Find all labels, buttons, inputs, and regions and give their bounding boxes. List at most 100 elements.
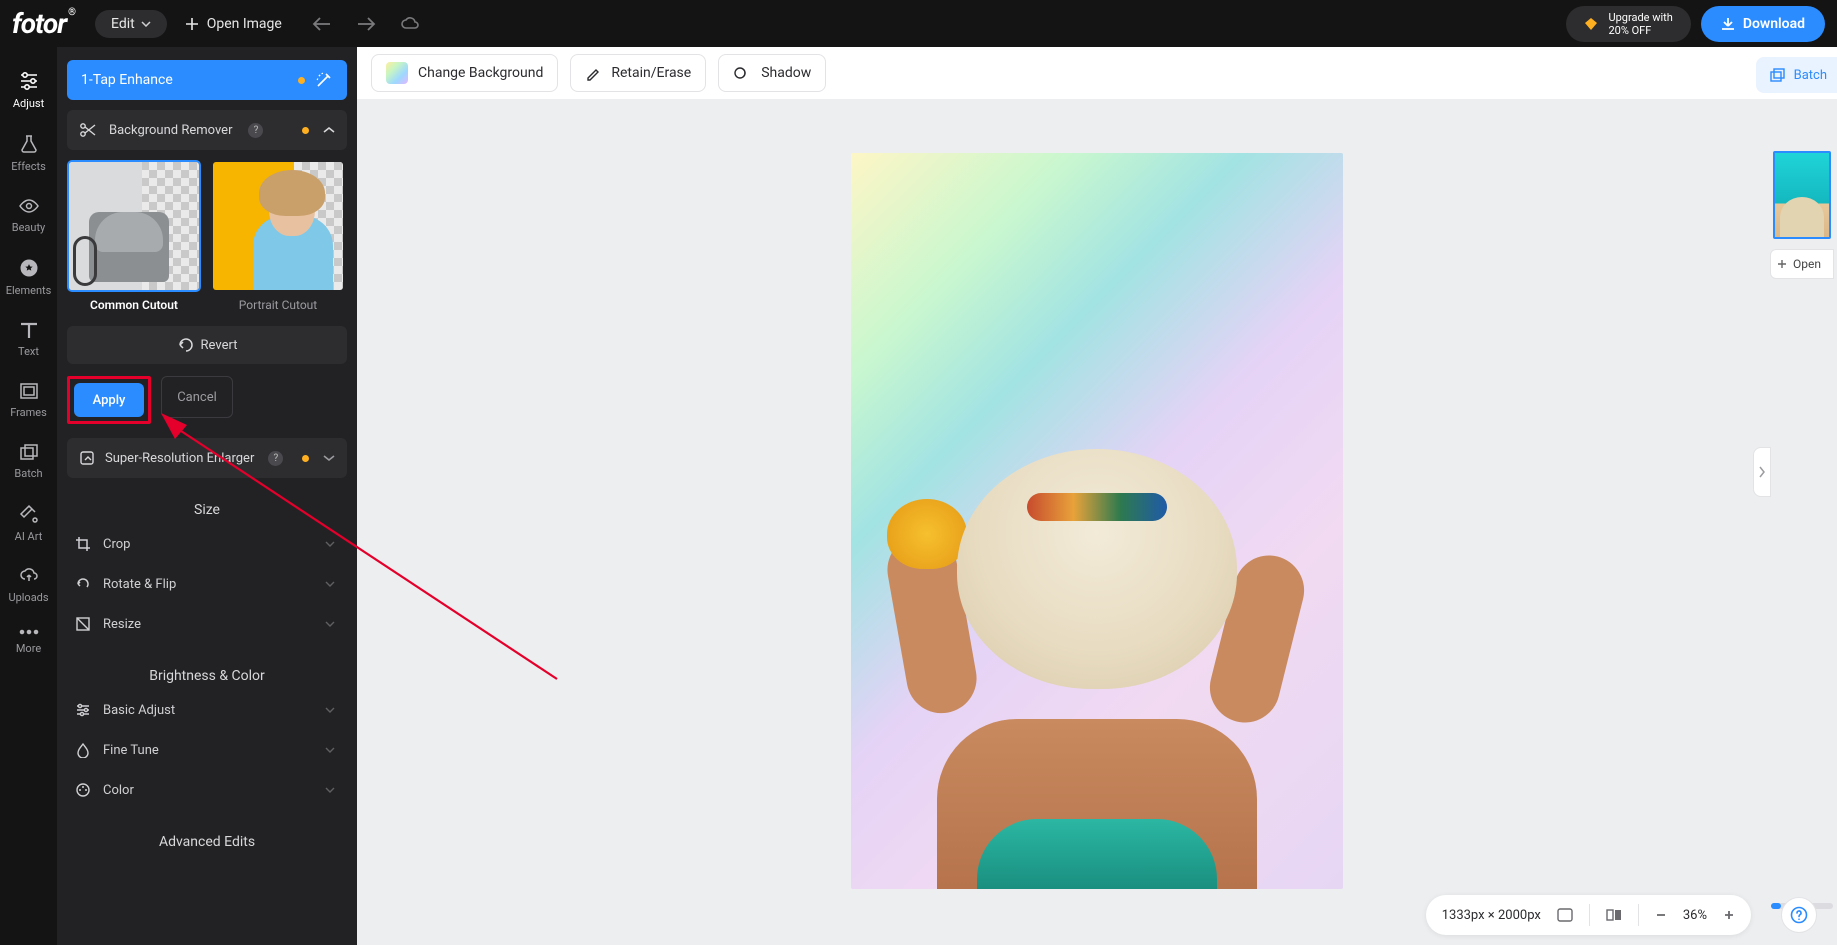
- download-icon: [1721, 17, 1735, 31]
- cancel-label: Cancel: [177, 390, 217, 405]
- revert-label: Revert: [201, 338, 238, 353]
- cutout-options: Common Cutout Portrait Cutout: [67, 162, 347, 312]
- open-image-button[interactable]: Open Image: [185, 16, 282, 32]
- common-cutout-option[interactable]: Common Cutout: [69, 162, 199, 312]
- rail-batch[interactable]: Batch: [0, 433, 57, 492]
- rail-elements-label: Elements: [6, 284, 52, 297]
- chevron-down-icon: [325, 581, 335, 587]
- rail-batch-label: Batch: [14, 467, 42, 480]
- fit-screen-icon[interactable]: [1557, 908, 1573, 922]
- rail-frames[interactable]: Frames: [0, 372, 57, 431]
- apply-label: Apply: [93, 393, 126, 408]
- crop-tool[interactable]: Crop: [67, 524, 347, 564]
- canvas-toolbar: Change Background Retain/Erase Shadow: [357, 47, 1837, 99]
- canvas-area: Change Background Retain/Erase Shadow: [357, 47, 1837, 945]
- color-tool[interactable]: Color: [67, 770, 347, 810]
- batch-button[interactable]: Batch: [1756, 57, 1837, 93]
- eye-icon: [18, 197, 40, 215]
- rail-uploads-label: Uploads: [8, 591, 48, 604]
- dimensions-label: 1333px × 2000px: [1442, 908, 1541, 923]
- flask-icon: [18, 134, 40, 154]
- chevron-down-icon: [325, 541, 335, 547]
- rail-beauty[interactable]: Beauty: [0, 187, 57, 246]
- sliders-small-icon: [75, 702, 91, 718]
- logo: fotor®: [12, 7, 95, 40]
- sliders-icon: [18, 71, 40, 91]
- help-fab[interactable]: [1781, 897, 1817, 933]
- rail-elements[interactable]: Elements: [0, 248, 57, 309]
- cloud-icon[interactable]: [400, 16, 420, 32]
- rail-aiart[interactable]: AI Art: [0, 494, 57, 555]
- aiart-icon: [19, 504, 39, 524]
- apply-button[interactable]: Apply: [74, 383, 144, 417]
- super-res-label: Super-Resolution Enlarger: [105, 451, 254, 466]
- basic-adjust-tool[interactable]: Basic Adjust: [67, 690, 347, 730]
- open-image-label: Open Image: [207, 16, 282, 32]
- size-group-title: Size: [67, 502, 347, 518]
- zoom-in-icon[interactable]: [1723, 909, 1735, 921]
- divider: [1589, 904, 1590, 926]
- crop-icon: [75, 536, 91, 552]
- plus-icon: [1777, 259, 1787, 269]
- forward-arrow-icon[interactable]: [356, 16, 376, 32]
- cloud-upload-icon: [19, 567, 39, 585]
- image-thumbnail-1[interactable]: [1773, 151, 1831, 239]
- shadow-icon: [733, 65, 751, 81]
- upgrade-line-2: 20% OFF: [1608, 24, 1672, 37]
- background-remover-header[interactable]: Background Remover ?: [67, 110, 347, 150]
- palette-icon: [75, 782, 91, 798]
- resize-icon: [75, 616, 91, 632]
- shadow-label: Shadow: [761, 65, 811, 81]
- nav-icons: [312, 16, 420, 32]
- canvas-image[interactable]: [851, 153, 1343, 889]
- upgrade-line-1: Upgrade with: [1608, 11, 1672, 24]
- batch-icon: [1770, 68, 1786, 82]
- revert-button[interactable]: Revert: [67, 326, 347, 364]
- resize-label: Resize: [103, 617, 141, 632]
- change-background-button[interactable]: Change Background: [371, 54, 558, 92]
- fine-tune-label: Fine Tune: [103, 743, 159, 758]
- apply-cancel-row: Apply Cancel: [67, 376, 347, 424]
- rotate-flip-tool[interactable]: Rotate & Flip: [67, 564, 347, 604]
- rail-more[interactable]: More: [0, 618, 57, 667]
- left-rail: Adjust Effects Beauty Elements Text Fram…: [0, 47, 57, 945]
- chevron-right-icon: [1758, 466, 1766, 478]
- open-more-label: Open: [1793, 257, 1821, 271]
- retain-erase-button[interactable]: Retain/Erase: [570, 54, 706, 92]
- rail-adjust[interactable]: Adjust: [0, 61, 57, 122]
- shadow-button[interactable]: Shadow: [718, 54, 826, 92]
- rail-text[interactable]: Text: [0, 311, 57, 370]
- zoom-level: 36%: [1683, 908, 1707, 923]
- change-bg-label: Change Background: [418, 65, 543, 81]
- edit-menu-button[interactable]: Edit: [95, 10, 167, 38]
- upgrade-button[interactable]: Upgrade with 20% OFF: [1566, 6, 1690, 42]
- super-resolution-header[interactable]: Super-Resolution Enlarger ?: [67, 438, 347, 478]
- text-icon: [19, 321, 39, 339]
- rail-uploads[interactable]: Uploads: [0, 557, 57, 616]
- rail-text-label: Text: [18, 345, 39, 358]
- revert-icon: [177, 338, 193, 352]
- retain-erase-label: Retain/Erase: [611, 65, 691, 81]
- rail-effects[interactable]: Effects: [0, 124, 57, 185]
- resize-tool[interactable]: Resize: [67, 604, 347, 644]
- portrait-cutout-option[interactable]: Portrait Cutout: [213, 162, 343, 312]
- crop-label: Crop: [103, 537, 130, 552]
- portrait-cutout-label: Portrait Cutout: [239, 298, 317, 312]
- fine-tune-tool[interactable]: Fine Tune: [67, 730, 347, 770]
- zoom-out-icon[interactable]: [1655, 909, 1667, 921]
- help-icon[interactable]: ?: [248, 123, 263, 138]
- advanced-edits-group-title: Advanced Edits: [67, 834, 347, 850]
- open-more-button[interactable]: Open: [1770, 249, 1834, 279]
- cancel-button[interactable]: Cancel: [161, 376, 233, 418]
- back-arrow-icon[interactable]: [312, 16, 332, 32]
- rotate-label: Rotate & Flip: [103, 577, 176, 592]
- download-button[interactable]: Download: [1701, 6, 1825, 42]
- plus-icon: [185, 17, 199, 31]
- enlarge-icon: [79, 450, 95, 466]
- compare-icon[interactable]: [1606, 908, 1622, 922]
- right-rail-collapse-handle[interactable]: [1753, 447, 1771, 497]
- one-tap-enhance-button[interactable]: 1-Tap Enhance: [67, 60, 347, 100]
- pencil-icon: [585, 65, 601, 81]
- color-label: Color: [103, 783, 134, 798]
- help-icon[interactable]: ?: [268, 451, 283, 466]
